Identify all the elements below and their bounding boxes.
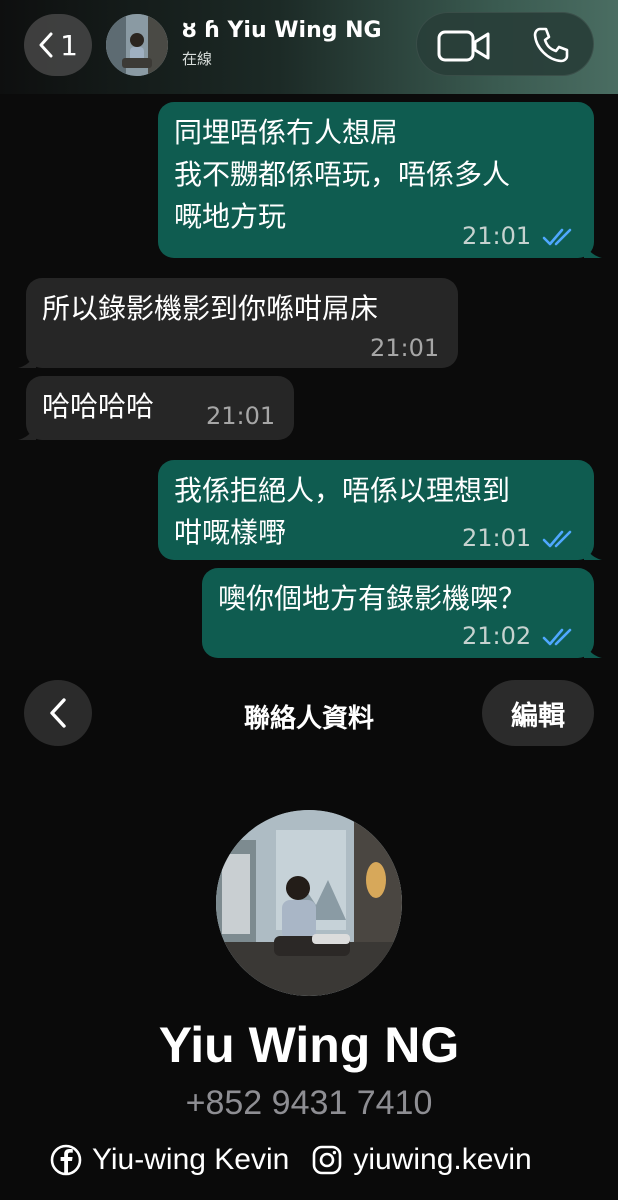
- contact-name[interactable]: ȣ ɦ Yiu Wing NG: [182, 18, 382, 43]
- bubble-tail: [18, 422, 36, 440]
- contact-avatar[interactable]: [106, 14, 168, 76]
- message-time: 21:01: [206, 402, 276, 430]
- profile-photo: [216, 810, 402, 996]
- message-bubble-incoming[interactable]: 所以錄影機影到你喺咁屌床 21:01: [18, 278, 458, 368]
- contact-display-name: Yiu Wing NG: [158, 1017, 460, 1073]
- message-text: 同埋唔係冇人想屌 我不嬲都係唔玩，唔係多人 嘅地方玩: [174, 116, 511, 233]
- message-time: 21:01: [462, 222, 532, 250]
- contact-profile-photo[interactable]: [216, 810, 402, 996]
- message-text: 所以錄影機影到你喺咁屌床: [42, 292, 379, 325]
- online-status: 在線: [182, 50, 213, 68]
- instagram-icon: [313, 1145, 342, 1175]
- phone-call-icon[interactable]: [531, 25, 571, 65]
- facebook-icon: [50, 1144, 82, 1176]
- message-time: 21:01: [462, 524, 532, 552]
- message-text: 噢你個地方有錄影機㗎？: [218, 582, 527, 615]
- read-receipt-icon: [542, 228, 572, 246]
- avatar-photo: [106, 14, 168, 76]
- instagram-handle: yiuwing.kevin: [353, 1143, 532, 1176]
- facebook-handle: Yiu-wing Kevin: [92, 1143, 290, 1176]
- message-text: 我係拒絕人，唔係以理想到 咁嘅樣嘢: [174, 474, 511, 549]
- chevron-left-icon: [39, 32, 53, 58]
- contact-info-panel: 聯絡人資料 編輯 Yiu Wing NG +852 9431 7410 Yiu-…: [0, 670, 618, 1200]
- instagram-link[interactable]: yiuwing.kevin: [311, 1143, 532, 1177]
- social-links: Yiu-wing Kevin yiuwing.kevin: [50, 1140, 532, 1180]
- read-receipt-icon: [542, 530, 572, 548]
- message-bubble-incoming[interactable]: 哈哈哈哈 21:01: [18, 376, 294, 440]
- message-bubble-outgoing[interactable]: 噢你個地方有錄影機㗎？ 21:02: [202, 568, 602, 658]
- unread-count: 1: [60, 28, 78, 62]
- bubble-tail: [584, 240, 602, 258]
- bubble-tail: [584, 542, 602, 560]
- edit-button[interactable]: 編輯: [482, 680, 594, 746]
- chat-messages[interactable]: 同埋唔係冇人想屌 我不嬲都係唔玩，唔係多人 嘅地方玩 21:01 所以錄影機影到…: [0, 94, 618, 670]
- back-button[interactable]: 1: [24, 14, 92, 76]
- message-time: 21:02: [462, 622, 532, 650]
- facebook-link[interactable]: Yiu-wing Kevin: [50, 1143, 289, 1177]
- bubble-tail: [18, 350, 36, 368]
- contact-phone-number[interactable]: +852 9431 7410: [0, 1084, 618, 1123]
- message-time: 21:01: [370, 334, 440, 362]
- call-actions: [416, 12, 594, 76]
- video-call-icon[interactable]: [437, 29, 491, 63]
- read-receipt-icon: [542, 628, 572, 646]
- message-bubble-outgoing[interactable]: 同埋唔係冇人想屌 我不嬲都係唔玩，唔係多人 嘅地方玩 21:01: [158, 102, 602, 258]
- message-bubble-outgoing[interactable]: 我係拒絕人，唔係以理想到 咁嘅樣嘢 21:01: [158, 460, 602, 560]
- message-text: 哈哈哈哈: [42, 390, 155, 423]
- bubble-tail: [584, 640, 602, 658]
- chat-header: 1 ȣ ɦ Yiu Wing NG 在線: [0, 0, 618, 94]
